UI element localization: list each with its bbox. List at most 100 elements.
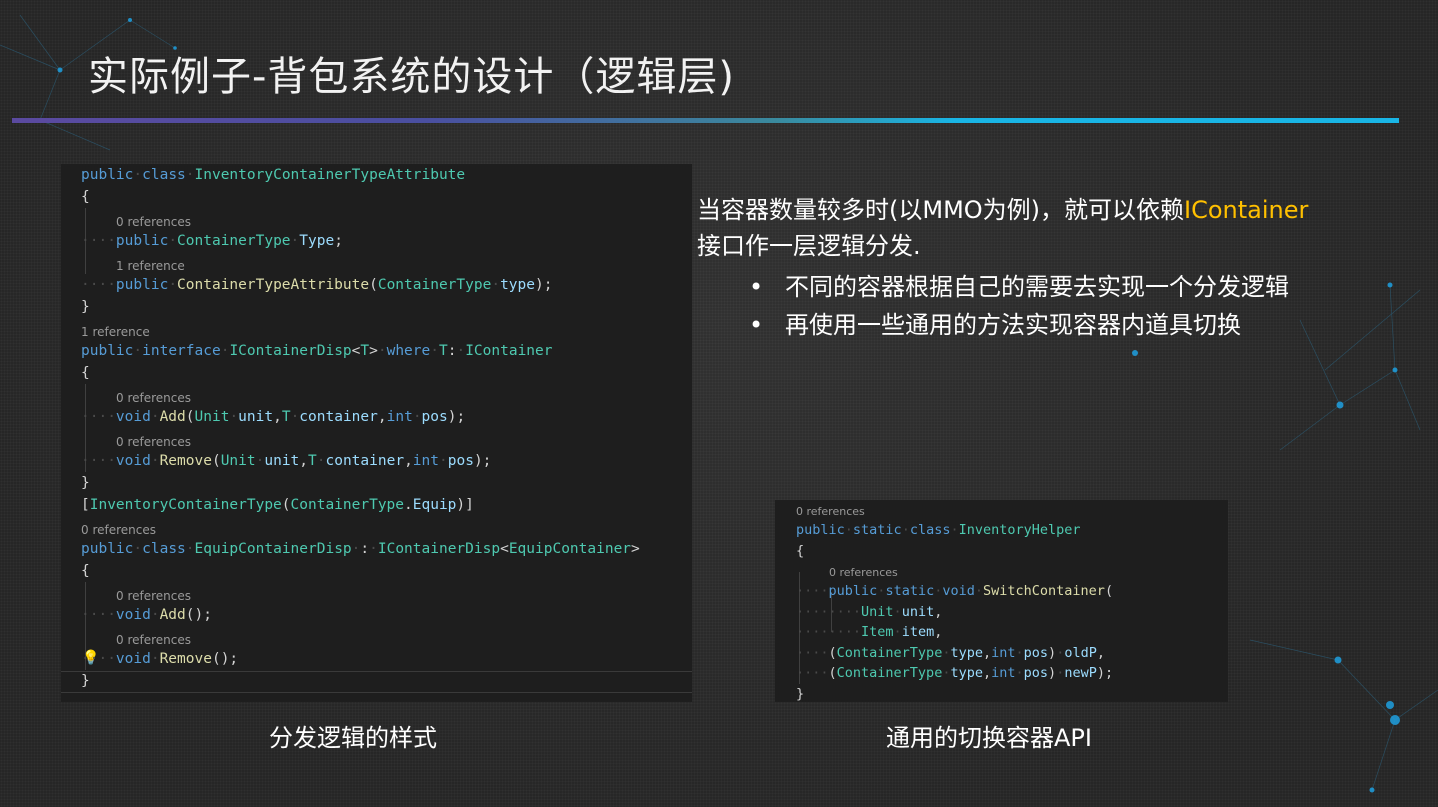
code-line: ····void·Add(); (81, 604, 692, 626)
code-token: · (168, 233, 178, 249)
code-token: class (142, 541, 186, 557)
code-token: void (115, 607, 151, 623)
code-reference-count: 0 references (116, 633, 191, 647)
code-reference-count: 0 references (116, 215, 191, 229)
code-token: Item (861, 624, 894, 640)
code-token: Type (299, 233, 335, 249)
code-token: · (133, 343, 143, 359)
code-reference-count: 0 references (829, 566, 898, 579)
code-line: } (81, 296, 692, 318)
code-token: ) (1048, 644, 1057, 661)
code-line: } (81, 472, 692, 494)
code-token: , (982, 665, 992, 681)
code-token: , (404, 453, 413, 469)
code-line: ····public·ContainerType·Type; (81, 230, 692, 252)
code-token: · (901, 522, 910, 538)
code-token: (); (185, 607, 212, 623)
code-token: void (942, 583, 975, 599)
code-token: (); (211, 651, 239, 667)
caption-api: 通用的切换容器API (886, 724, 1092, 752)
code-token: ···· (81, 651, 116, 667)
code-token: } (81, 673, 90, 689)
code-token: · (491, 277, 501, 293)
code-token: pos (1023, 644, 1049, 661)
code-token: ContainerTypeAttribute (177, 277, 370, 293)
code-token: ···· (81, 233, 116, 249)
code-token: · (290, 409, 300, 425)
code-token: } (81, 475, 90, 491)
code-token: unit (238, 409, 274, 425)
code-token: ( (369, 277, 378, 293)
code-token: ···· (796, 665, 829, 681)
code-line: ········Item·item, (796, 622, 1228, 643)
code-token: ContainerType (836, 644, 943, 661)
code-lines: public·class·InventoryContainerTypeAttri… (81, 164, 692, 692)
code-token: public (828, 583, 878, 599)
code-token: ContainerType (177, 233, 291, 249)
code-token: unit (901, 603, 935, 620)
description-line-2: 接口作一层逻辑分发. (697, 232, 921, 260)
code-token: T (360, 343, 370, 359)
code-token: newP (1064, 665, 1097, 681)
code-line: public·interface·IContainerDisp<T>·where… (81, 340, 692, 362)
bullet-item: 再使用一些通用的方法实现容器内道具切换 (749, 306, 1397, 344)
code-token: Unit (861, 603, 894, 620)
code-token: IContainer (465, 343, 553, 359)
code-token: type (950, 665, 983, 681)
code-token: < (500, 541, 509, 557)
code-token: · (844, 522, 853, 538)
code-token: ( (185, 409, 195, 425)
code-token: InventoryContainerType (89, 497, 282, 513)
code-token: · (456, 343, 466, 359)
code-token: ContainerType (836, 665, 943, 681)
code-token: public (115, 277, 169, 293)
code-token: static (852, 522, 902, 538)
code-lines: 0 references public·static·class·Inventor… (796, 500, 1228, 702)
code-token: · (377, 343, 387, 359)
code-token: void (115, 651, 151, 667)
code-line: ····(ContainerType·type,int·pos)·newP); (796, 663, 1228, 684)
code-panel-dispatch: 💡 public·class·InventoryContainerTypeAtt… (61, 164, 692, 702)
code-token: { (81, 563, 90, 579)
code-token: · (893, 624, 902, 640)
title-underline (12, 118, 1399, 123)
code-reference-count: 0 references (116, 435, 191, 449)
code-token: public (115, 233, 169, 249)
code-token: Add (159, 607, 186, 623)
code-token: static (885, 583, 935, 599)
code-reference-count: 0 references (796, 505, 865, 518)
code-token: type (500, 277, 535, 293)
description-line-1: 当容器数量较多时(以MMO为例)，就可以依赖IContainer (697, 192, 1397, 228)
code-token: · (893, 603, 902, 620)
code-token: InventoryHelper (958, 522, 1081, 538)
code-line: [InventoryContainerType(ContainerType.Eq… (81, 494, 692, 516)
code-line: } (796, 684, 1228, 703)
code-token: int (991, 644, 1016, 661)
code-token: EquipContainerDisp (194, 541, 352, 557)
code-token: · (150, 453, 160, 469)
code-token: , (934, 603, 943, 620)
code-token: pos (447, 453, 474, 469)
code-line: ····void·Remove(Unit·unit,T·container,in… (81, 450, 692, 472)
code-token: ) (1048, 665, 1057, 681)
code-reference-count: 0 references (81, 523, 156, 537)
code-token: container (299, 409, 378, 425)
code-token: ContainerType (290, 497, 405, 513)
code-token: )] (456, 497, 474, 513)
code-token: · (150, 607, 160, 623)
code-token: item (901, 624, 935, 640)
code-token: ········ (796, 603, 862, 620)
code-token: EquipContainer (508, 541, 632, 557)
code-line: { (796, 541, 1228, 562)
code-token: Unit (220, 453, 256, 469)
code-token: Equip (412, 497, 457, 513)
code-token: · (1015, 665, 1024, 681)
code-token: , (377, 409, 387, 425)
code-token: where (386, 343, 431, 359)
code-token: · (185, 167, 195, 183)
code-token: int (991, 665, 1016, 681)
code-token: ···· (81, 453, 116, 469)
code-token: ········ (796, 624, 862, 640)
code-token: · (430, 343, 439, 359)
code-token: T (438, 343, 448, 359)
